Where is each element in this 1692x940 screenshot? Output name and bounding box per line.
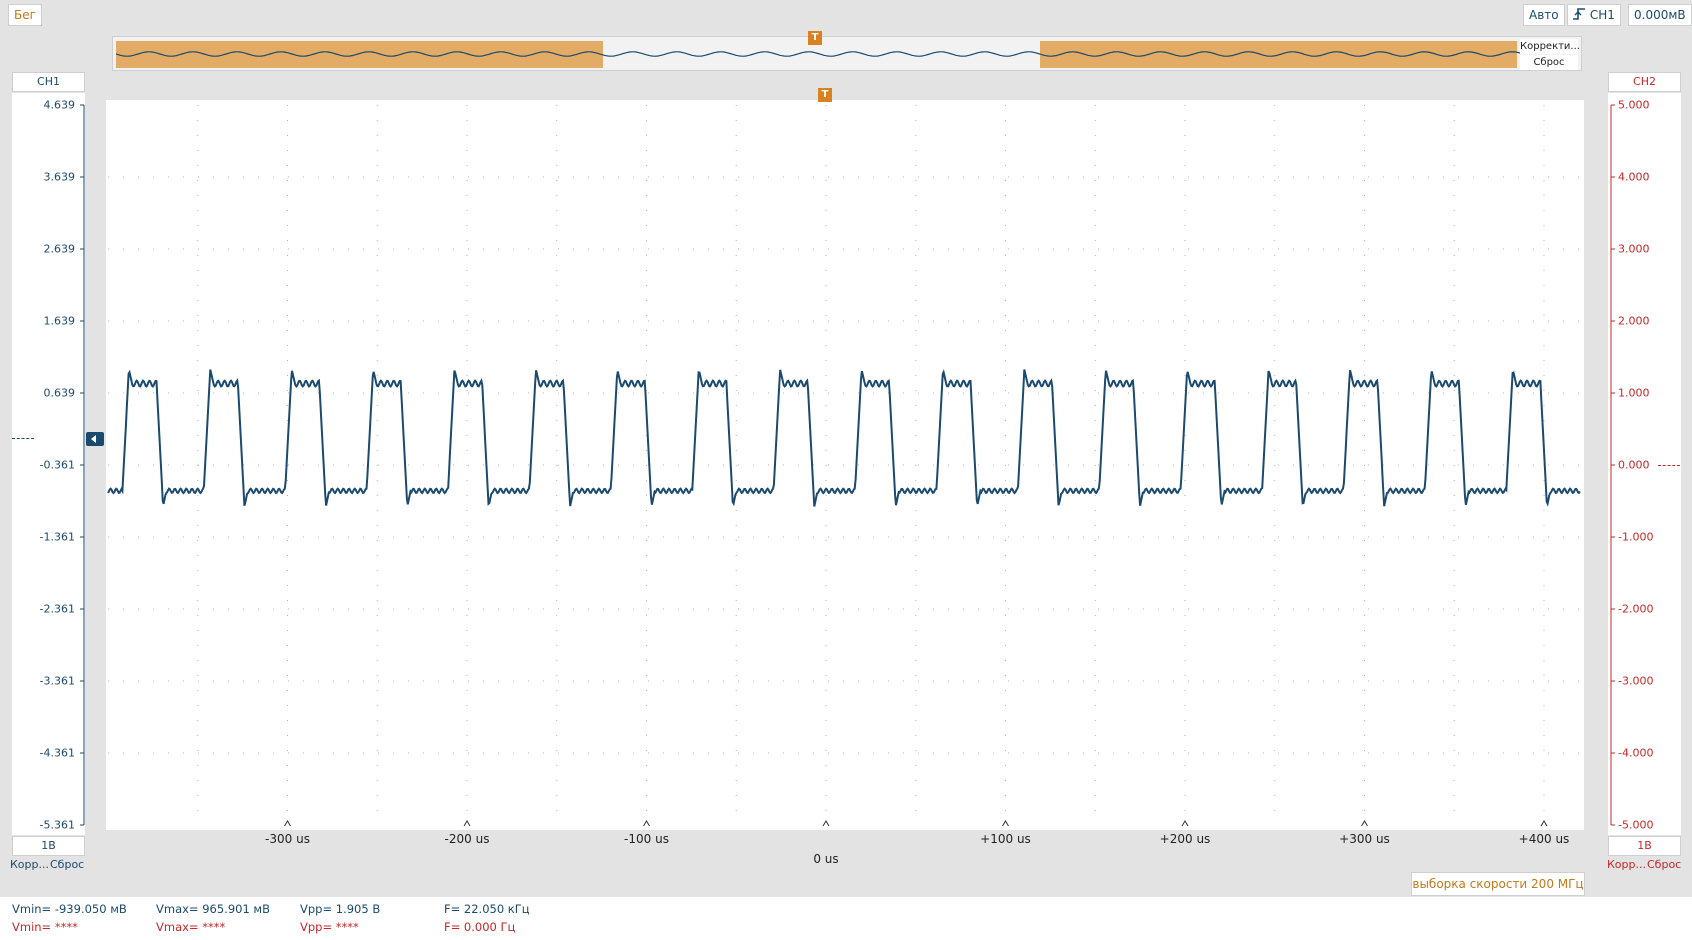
ch1-vmax: Vmax= 965.901 мВ <box>156 902 270 916</box>
x-tick-label: +400 us <box>1518 832 1570 846</box>
ch2-vpp: Vpp= **** <box>300 920 359 934</box>
ch2-scale[interactable]: 1В <box>1608 836 1681 856</box>
x-tick-arrow <box>1540 820 1548 827</box>
x-tick-arrow <box>822 820 830 827</box>
x-tick-arrow <box>463 820 471 827</box>
ch1-trace <box>107 369 1581 507</box>
x-tick-label: -300 us <box>265 832 310 846</box>
ch2-reset-button[interactable]: Сброс <box>1647 858 1681 871</box>
x-tick-label: -200 us <box>444 832 490 846</box>
grid <box>108 105 1580 825</box>
ch2-offset-dash <box>1658 465 1680 466</box>
ch1-offset-dash <box>12 438 34 439</box>
x-tick-label: +200 us <box>1159 832 1211 846</box>
x-tick-label: +300 us <box>1339 832 1390 846</box>
oscilloscope-display <box>80 104 1615 827</box>
ch2-frequency: F= 0.000 Гц <box>444 920 516 934</box>
ch1-frequency: F= 22.050 кГц <box>444 902 530 916</box>
ch1-scale[interactable]: 1В <box>12 836 85 856</box>
ch2-vmin: Vmin= **** <box>12 920 78 934</box>
arrow-left-icon <box>91 435 96 443</box>
ch2-vmax: Vmax= **** <box>156 920 226 934</box>
x-tick-arrow <box>1361 820 1368 827</box>
sample-rate-label: выборка скорости 200 МГц <box>1411 872 1585 896</box>
x-tick-label: -100 us <box>624 832 669 846</box>
x-tick-arrow <box>1002 820 1009 827</box>
measurements-panel: Vmin= -939.050 мВ Vmax= 965.901 мВ Vpp= … <box>0 897 1692 940</box>
x-tick-arrow <box>643 820 650 827</box>
ch2-correct-button[interactable]: Корр... <box>1607 858 1646 871</box>
x-tick-arrow <box>284 820 291 827</box>
x-tick-arrow <box>1181 820 1189 827</box>
ch1-vmin: Vmin= -939.050 мВ <box>12 902 127 916</box>
ch1-reset-button[interactable]: Сброс <box>50 858 84 871</box>
ch1-vpp: Vpp= 1.905 В <box>300 902 381 916</box>
ch1-ground-marker[interactable] <box>86 432 104 446</box>
x-tick-label: +100 us <box>980 832 1031 846</box>
ch1-correct-button[interactable]: Корр... <box>10 858 49 871</box>
x-tick-label: 0 us <box>813 852 839 866</box>
trigger-position-marker[interactable]: T <box>818 88 832 102</box>
